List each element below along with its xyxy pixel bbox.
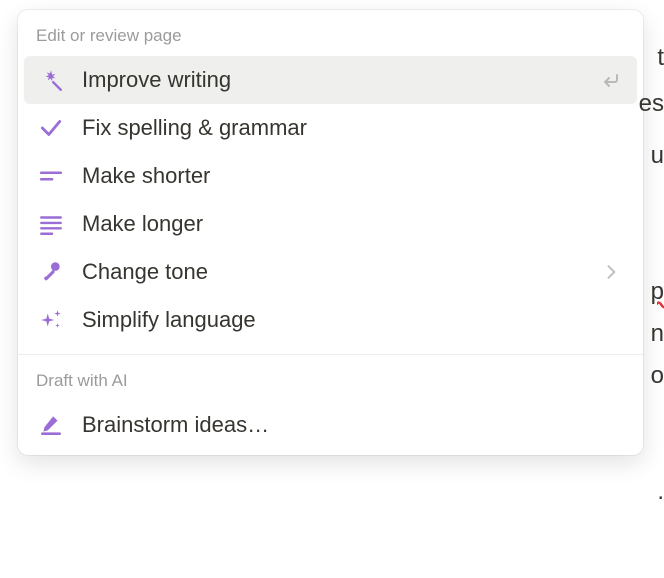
ai-menu-popover: Edit or review page Improve writing Fix … xyxy=(18,10,643,455)
bg-text: t xyxy=(657,44,664,72)
menu-item-label: Change tone xyxy=(82,259,597,285)
microphone-icon xyxy=(36,257,66,287)
menu-item-label: Improve writing xyxy=(82,67,597,93)
menu-item-change-tone[interactable]: Change tone xyxy=(24,248,637,296)
section-header-draft: Draft with AI xyxy=(18,355,643,401)
bg-text: o xyxy=(651,362,664,390)
menu-item-label: Make shorter xyxy=(82,163,625,189)
chevron-right-icon xyxy=(597,262,625,282)
background-document-fragments: t es u p n o . xyxy=(642,0,664,578)
menu-item-make-longer[interactable]: Make longer xyxy=(24,200,637,248)
bg-text: u xyxy=(651,142,664,170)
return-key-icon xyxy=(597,68,625,92)
menu-item-simplify-language[interactable]: Simplify language xyxy=(24,296,637,344)
menu-item-label: Fix spelling & grammar xyxy=(82,115,625,141)
sparkle-burst-icon xyxy=(36,65,66,95)
menu-item-brainstorm[interactable]: Brainstorm ideas… xyxy=(24,401,637,449)
short-lines-icon xyxy=(36,161,66,191)
check-icon xyxy=(36,113,66,143)
menu-item-label: Simplify language xyxy=(82,307,625,333)
section-header-edit: Edit or review page xyxy=(18,10,643,56)
long-lines-icon xyxy=(36,209,66,239)
bg-text: n xyxy=(651,320,664,348)
menu-item-improve-writing[interactable]: Improve writing xyxy=(24,56,637,104)
bg-text: . xyxy=(657,478,664,506)
sparkles-icon xyxy=(36,305,66,335)
menu-item-label: Brainstorm ideas… xyxy=(82,412,625,438)
menu-item-fix-spelling[interactable]: Fix spelling & grammar xyxy=(24,104,637,152)
pencil-write-icon xyxy=(36,410,66,440)
bg-text-misspelled: p xyxy=(651,278,664,306)
menu-item-label: Make longer xyxy=(82,211,625,237)
menu-item-make-shorter[interactable]: Make shorter xyxy=(24,152,637,200)
